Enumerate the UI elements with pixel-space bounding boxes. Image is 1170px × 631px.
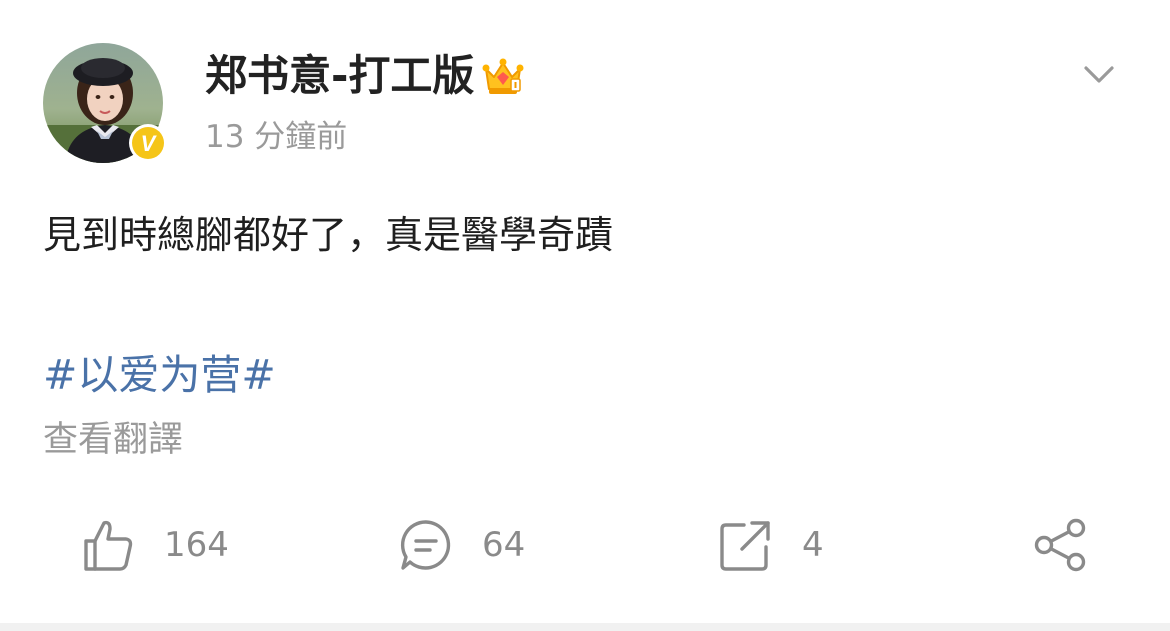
post-timestamp: 13 分鐘前 xyxy=(205,119,348,155)
weibo-post-card: V 郑书意-打工版 13 分鐘前 見到時總腳都好了，真是醫學奇蹟 #以爱为营# … xyxy=(0,0,1170,623)
like-button[interactable]: 164 xyxy=(80,515,229,575)
translate-link[interactable]: 查看翻譯 xyxy=(43,418,183,462)
like-count: 164 xyxy=(164,525,229,565)
hashtag-link[interactable]: #以爱为营# xyxy=(43,349,276,401)
card-divider xyxy=(0,623,1170,631)
crown-icon[interactable] xyxy=(480,53,526,99)
comment-count: 64 xyxy=(482,525,526,565)
author-row: 郑书意-打工版 xyxy=(205,50,526,102)
share-icon xyxy=(1034,518,1086,572)
thumbs-up-icon xyxy=(84,520,133,571)
comment-icon xyxy=(400,520,451,570)
chevron-down-icon[interactable] xyxy=(1080,55,1118,93)
repost-count: 4 xyxy=(802,525,824,565)
repost-button[interactable]: 4 xyxy=(718,515,824,575)
verified-badge-icon: V xyxy=(128,123,168,163)
repost-icon xyxy=(720,521,770,571)
post-text: 見到時總腳都好了，真是醫學奇蹟 xyxy=(43,213,614,257)
author-name[interactable]: 郑书意-打工版 xyxy=(205,50,474,102)
share-button[interactable] xyxy=(1032,515,1088,575)
svg-text:V: V xyxy=(141,131,158,156)
comment-button[interactable]: 64 xyxy=(398,515,525,575)
